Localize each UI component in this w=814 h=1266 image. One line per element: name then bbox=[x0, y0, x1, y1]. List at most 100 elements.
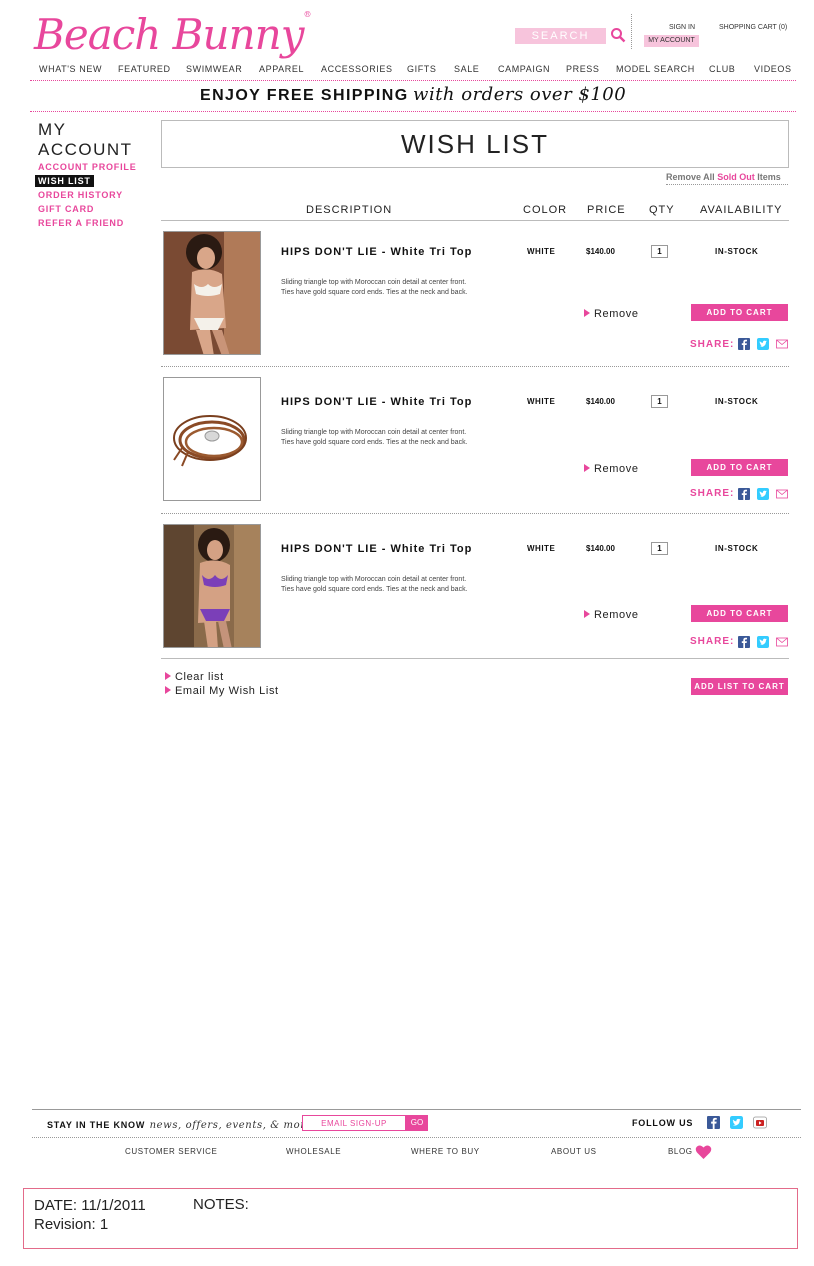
search-input[interactable] bbox=[515, 28, 606, 44]
arrow-right-icon bbox=[584, 309, 590, 317]
email-go-button[interactable]: GO bbox=[406, 1115, 428, 1131]
sidebar-item-order-history[interactable]: ORDER HISTORY bbox=[38, 190, 123, 200]
sidebar-item-wish-list[interactable]: WISH LIST bbox=[35, 175, 94, 187]
product-image[interactable] bbox=[163, 231, 261, 355]
remove-label: Remove bbox=[594, 609, 639, 621]
revision-info: DATE: 11/1/2011 Revision: 1 bbox=[34, 1196, 146, 1234]
notes-label: NOTES: bbox=[193, 1196, 249, 1213]
email-wish-list-link[interactable]: Email My Wish List bbox=[165, 685, 279, 697]
free-shipping-banner: ENJOY FREE SHIPPING with orders over $10… bbox=[200, 84, 630, 105]
availability-status: IN-STOCK bbox=[715, 397, 759, 406]
quantity-field[interactable]: 1 bbox=[651, 542, 668, 555]
desc-line: Ties have gold square cord ends. Ties at… bbox=[281, 439, 468, 446]
shopping-cart-link[interactable]: SHOPPING CART (0) bbox=[719, 24, 787, 31]
facebook-icon[interactable] bbox=[707, 1116, 720, 1129]
nav-campaign[interactable]: CAMPAIGN bbox=[498, 64, 550, 74]
nav-featured[interactable]: FEATURED bbox=[118, 64, 171, 74]
quantity-field[interactable]: 1 bbox=[651, 245, 668, 258]
arrow-right-icon bbox=[584, 610, 590, 618]
sidebar-item-refer-a-friend[interactable]: REFER A FRIEND bbox=[38, 218, 124, 228]
footer-blog[interactable]: BLOG bbox=[668, 1147, 693, 1156]
heart-icon bbox=[695, 1145, 712, 1159]
shipping-bold-text: ENJOY FREE SHIPPING bbox=[200, 87, 409, 104]
revision-text: Revision: 1 bbox=[34, 1216, 109, 1233]
email-signup-input[interactable] bbox=[302, 1115, 406, 1131]
product-image[interactable] bbox=[163, 377, 261, 501]
col-qty: QTY bbox=[649, 204, 675, 216]
add-to-cart-button[interactable]: ADD TO CART bbox=[691, 459, 788, 476]
bikini-purple-photo bbox=[164, 525, 260, 647]
remove-button[interactable]: Remove bbox=[584, 463, 639, 475]
sign-in-link[interactable]: SIGN IN bbox=[669, 24, 695, 31]
availability-status: IN-STOCK bbox=[715, 544, 759, 553]
nav-apparel[interactable]: APPAREL bbox=[259, 64, 304, 74]
shipping-script-text: with orders over $100 bbox=[413, 84, 627, 105]
quantity-field[interactable]: 1 bbox=[651, 395, 668, 408]
email-icon[interactable] bbox=[776, 338, 788, 350]
promo-divider bbox=[30, 111, 796, 112]
nav-gifts[interactable]: GIFTS bbox=[407, 64, 437, 74]
facebook-icon[interactable] bbox=[738, 488, 750, 500]
item-divider bbox=[161, 513, 789, 514]
clear-list-link[interactable]: Clear list bbox=[165, 671, 224, 683]
nav-swimwear[interactable]: SWIMWEAR bbox=[186, 64, 242, 74]
twitter-icon[interactable] bbox=[730, 1116, 743, 1129]
footer-blog-label: BLOG bbox=[668, 1147, 693, 1156]
logo-text: Beach Bunny bbox=[34, 10, 304, 59]
item-price: $140.00 bbox=[586, 247, 615, 256]
nav-accessories[interactable]: ACCESSORIES bbox=[321, 64, 393, 74]
nav-press[interactable]: PRESS bbox=[566, 64, 600, 74]
item-name[interactable]: HIPS DON'T LIE - White Tri Top bbox=[281, 396, 472, 408]
desc-line: Sliding triangle top with Moroccan coin … bbox=[281, 429, 467, 436]
remove-button[interactable]: Remove bbox=[584, 308, 639, 320]
remove-sold-out-link[interactable]: Remove All Sold Out Items bbox=[666, 172, 788, 185]
item-description: Sliding triangle top with Moroccan coin … bbox=[281, 428, 496, 448]
newsletter-label: STAY IN THE KNOW news, offers, events, &… bbox=[47, 1115, 312, 1133]
follow-us-label: FOLLOW US bbox=[632, 1118, 694, 1128]
item-divider bbox=[161, 366, 789, 367]
footer-wholesale[interactable]: WHOLESALE bbox=[286, 1147, 341, 1156]
stay-bold-text: STAY IN THE KNOW bbox=[47, 1120, 146, 1130]
product-image[interactable] bbox=[163, 524, 261, 648]
nav-sale[interactable]: SALE bbox=[454, 64, 479, 74]
sidebar-item-gift-card[interactable]: GIFT CARD bbox=[38, 204, 94, 214]
email-wish-list-label: Email My Wish List bbox=[175, 685, 279, 697]
bikini-white-photo bbox=[164, 232, 260, 354]
nav-videos[interactable]: VIDEOS bbox=[754, 64, 792, 74]
search-icon[interactable] bbox=[610, 27, 626, 43]
sidebar-title: MY ACCOUNT bbox=[38, 120, 133, 160]
nav-club[interactable]: CLUB bbox=[709, 64, 735, 74]
twitter-icon[interactable] bbox=[757, 338, 769, 350]
sidebar-item-account-profile[interactable]: ACCOUNT PROFILE bbox=[38, 162, 137, 172]
facebook-icon[interactable] bbox=[738, 338, 750, 350]
footer-rule bbox=[32, 1109, 801, 1110]
col-price: PRICE bbox=[587, 204, 626, 216]
nav-model-search[interactable]: MODEL SEARCH bbox=[616, 64, 695, 74]
clear-list-label: Clear list bbox=[175, 671, 224, 683]
remove-label: Remove bbox=[594, 308, 639, 320]
add-to-cart-button[interactable]: ADD TO CART bbox=[691, 605, 788, 622]
beach-bunny-logo[interactable]: Beach Bunny® bbox=[34, 10, 311, 59]
email-icon[interactable] bbox=[776, 636, 788, 648]
twitter-icon[interactable] bbox=[757, 636, 769, 648]
sidebar-title-line1: MY bbox=[38, 120, 67, 139]
my-account-link[interactable]: MY ACCOUNT bbox=[644, 35, 699, 47]
add-list-to-cart-button[interactable]: ADD LIST TO CART bbox=[691, 678, 788, 695]
item-name[interactable]: HIPS DON'T LIE - White Tri Top bbox=[281, 246, 472, 258]
email-icon[interactable] bbox=[776, 488, 788, 500]
date-text: DATE: 11/1/2011 bbox=[34, 1197, 146, 1214]
arrow-right-icon bbox=[165, 672, 171, 680]
footer-customer-service[interactable]: CUSTOMER SERVICE bbox=[125, 1147, 217, 1156]
nav-divider bbox=[30, 80, 796, 81]
footer-where-to-buy[interactable]: WHERE TO BUY bbox=[411, 1147, 480, 1156]
footer-about-us[interactable]: ABOUT US bbox=[551, 1147, 597, 1156]
remove-button[interactable]: Remove bbox=[584, 609, 639, 621]
nav-whats-new[interactable]: WHAT'S NEW bbox=[39, 64, 102, 74]
main-nav: WHAT'S NEW FEATURED SWIMWEAR APPAREL ACC… bbox=[30, 64, 796, 76]
twitter-icon[interactable] bbox=[757, 488, 769, 500]
youtube-icon[interactable] bbox=[753, 1116, 767, 1129]
add-to-cart-button[interactable]: ADD TO CART bbox=[691, 304, 788, 321]
item-name[interactable]: HIPS DON'T LIE - White Tri Top bbox=[281, 543, 472, 555]
facebook-icon[interactable] bbox=[738, 636, 750, 648]
share-label: SHARE: bbox=[690, 339, 735, 350]
